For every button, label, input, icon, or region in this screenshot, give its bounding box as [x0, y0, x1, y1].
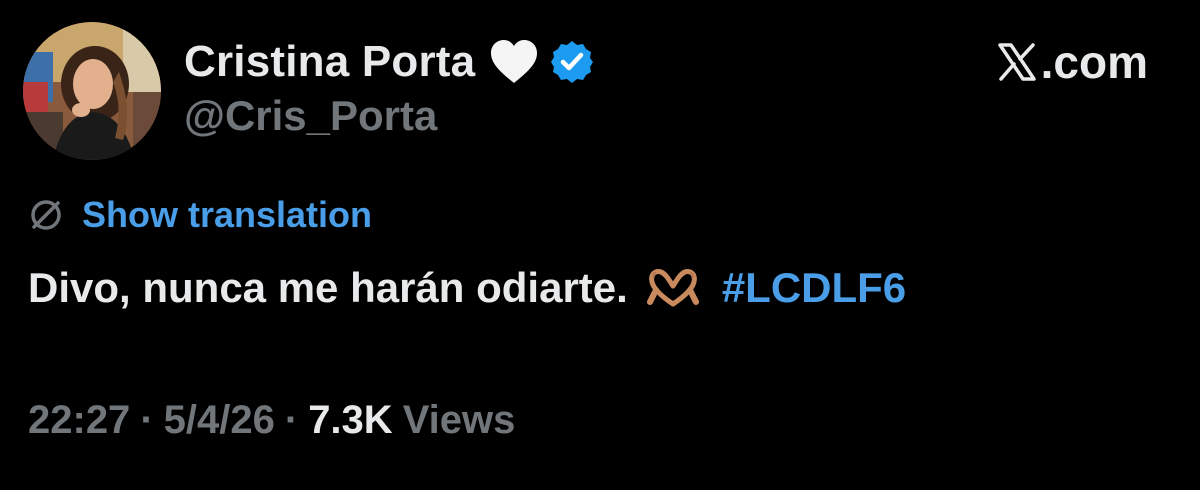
meta-separator: · — [284, 397, 299, 442]
author-display-name[interactable]: Cristina Porta — [184, 37, 475, 87]
views-count: 7.3K — [308, 397, 393, 442]
verified-badge-icon — [549, 39, 595, 85]
tweet-time[interactable]: 22:27 — [28, 398, 130, 443]
views-label: Views — [402, 397, 516, 442]
tweet-text: Divo, nunca me harán odiarte. — [28, 264, 628, 311]
author-handle[interactable]: @Cris_Porta — [184, 92, 437, 140]
meta-separator: · — [140, 397, 154, 442]
brand-domain: .com — [1040, 36, 1148, 88]
heart-hands-icon — [646, 268, 700, 308]
globe-icon — [28, 197, 64, 233]
show-translation-link[interactable]: Show translation — [82, 194, 372, 236]
tweet-body: Divo, nunca me harán odiarte. #LCDLF6 — [28, 258, 906, 318]
tweet-meta: 22:27 · 5/4/26 · 7.3K Views — [28, 394, 515, 446]
avatar[interactable] — [23, 22, 161, 160]
profile-photo-icon — [23, 22, 161, 160]
hashtag-link[interactable]: #LCDLF6 — [722, 264, 906, 312]
white-heart-icon — [489, 39, 539, 85]
tweet-card: Cristina Porta @Cris_Porta .com Show tra… — [0, 0, 1200, 490]
x-logo-icon — [997, 42, 1037, 82]
brand-logo: .com — [997, 36, 1148, 88]
tweet-date[interactable]: 5/4/26 — [164, 398, 275, 443]
author-name-row: Cristina Porta — [184, 34, 595, 90]
translation-row: Show translation — [28, 193, 372, 237]
